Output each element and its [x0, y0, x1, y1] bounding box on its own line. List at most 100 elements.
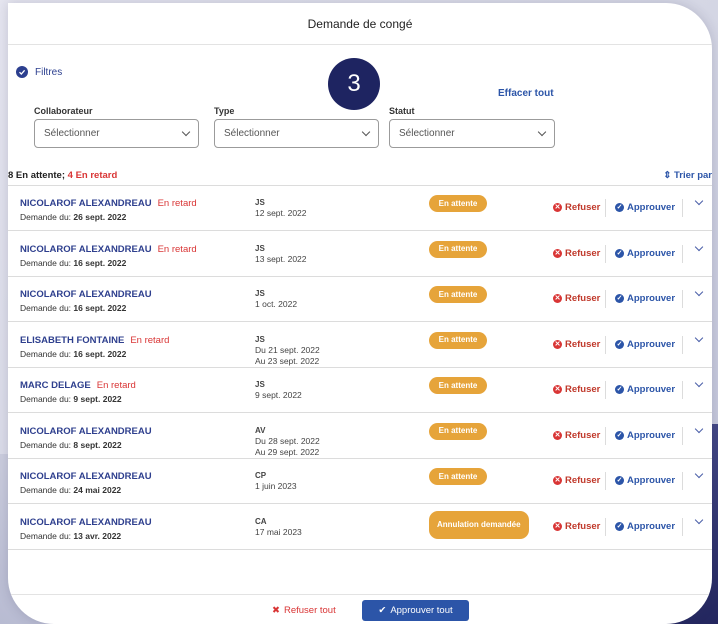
refuse-button[interactable]: ✕ Refuser — [553, 475, 600, 486]
request-date-prefix: Demande du: — [20, 439, 72, 450]
refuse-all-button[interactable]: ✖ Refuser tout — [272, 605, 336, 616]
table-row: NICOLAROF ALEXANDREAU Demande du: 13 avr.… — [8, 505, 712, 550]
collaborateur-label: Collaborateur — [34, 106, 93, 116]
clear-all-link[interactable]: Effacer tout — [498, 88, 554, 99]
status-badge: En attente — [429, 286, 487, 303]
footer-bar: ✖ Refuser tout ✔ Approuver tout — [8, 594, 712, 624]
employee-name-link[interactable]: NICOLAROF ALEXANDREAU En retard — [20, 198, 197, 209]
refuse-button[interactable]: ✕ Refuser — [553, 430, 600, 441]
approve-button[interactable]: ✓ Approuver — [615, 430, 675, 441]
chevron-down-icon[interactable] — [694, 287, 704, 297]
approve-button[interactable]: ✓ Approuver — [615, 521, 675, 532]
collaborateur-select-value: Sélectionner — [44, 128, 100, 139]
sort-button[interactable]: ⇕ Trier par — [663, 170, 712, 181]
refuse-label: Refuser — [565, 202, 601, 213]
chevron-down-icon[interactable] — [694, 196, 704, 206]
chevron-down-icon — [361, 127, 371, 137]
leave-type: CP — [255, 471, 267, 480]
request-date: Demande du: 26 sept. 2022 — [20, 212, 126, 222]
employee-name-link[interactable]: NICOLAROF ALEXANDREAU — [20, 517, 152, 528]
chevron-down-icon[interactable] — [694, 242, 704, 251]
refuse-button[interactable]: ✕ Refuser — [553, 248, 600, 259]
employee-name-link[interactable]: NICOLAROF ALEXANDREAU — [20, 289, 152, 300]
approve-button[interactable]: ✓ Approuver — [615, 339, 675, 350]
employee-name: MARC DELAGE — [20, 380, 91, 391]
status-badge: En attente — [429, 195, 487, 212]
employee-name-link[interactable]: NICOLAROF ALEXANDREAU — [20, 426, 152, 437]
request-date: Demande du: 8 sept. 2022 — [20, 440, 122, 450]
approve-button[interactable]: ✓ Approuver — [615, 293, 675, 304]
close-circle-icon: ✕ — [553, 203, 562, 212]
check-circle-icon: ✓ — [615, 385, 624, 394]
approve-button[interactable]: ✓ Approuver — [615, 475, 675, 486]
action-divider — [682, 472, 683, 490]
type-select[interactable]: Sélectionner — [214, 119, 379, 148]
action-divider — [682, 426, 683, 445]
employee-name: NICOLAROF ALEXANDREAU — [20, 516, 152, 528]
refuse-button[interactable]: ✕ Refuser — [553, 293, 600, 304]
close-circle-icon: ✕ — [553, 294, 562, 303]
request-date-prefix: Demande du: — [20, 257, 72, 268]
leave-period: AV Du 28 sept. 2022 Au 29 sept. 2022 — [255, 425, 320, 458]
check-circle-icon: ✓ — [615, 476, 624, 485]
late-flag: En retard — [130, 334, 170, 346]
employee-name-link[interactable]: ELISABETH FONTAINE En retard — [20, 335, 169, 346]
leave-type: AV — [255, 425, 266, 435]
request-date-value: 26 sept. 2022 — [73, 212, 127, 222]
request-date-prefix: Demande du: — [20, 394, 72, 404]
table-row: NICOLAROF ALEXANDREAU En retard Demande du… — [8, 186, 712, 231]
table-row: ELISABETH FONTAINE En retard Demande du: 1… — [8, 323, 712, 368]
leave-period: CP 1 juin 2023 — [255, 470, 297, 492]
filters-toggle[interactable]: Filtres — [16, 66, 62, 78]
request-date-value: 16 sept. 2022 — [73, 257, 127, 268]
request-date-value: 16 sept. 2022 — [73, 348, 127, 359]
refuse-button[interactable]: ✕ Refuser — [553, 202, 600, 213]
sort-label: Trier par — [673, 170, 712, 181]
page-title: Demande de congé — [307, 16, 413, 31]
employee-name-link[interactable]: NICOLAROF ALEXANDREAU En retard — [20, 244, 197, 255]
collaborateur-select[interactable]: Sélectionner — [34, 119, 199, 148]
late-count: 4 En retard — [67, 170, 118, 181]
status-badge: En attente — [429, 422, 487, 440]
request-date-value: 8 sept. 2022 — [73, 439, 122, 450]
chevron-down-icon[interactable] — [694, 333, 704, 342]
employee-name-link[interactable]: NICOLAROF ALEXANDREAU — [20, 471, 152, 482]
chevron-down-icon[interactable] — [694, 378, 704, 388]
chevron-down-icon[interactable] — [694, 424, 704, 433]
request-date-prefix: Demande du: — [20, 303, 72, 313]
action-divider — [605, 199, 606, 217]
chevron-down-icon — [537, 127, 547, 137]
leave-type: CA — [255, 516, 267, 526]
approve-label: Approuver — [627, 429, 676, 441]
leave-period-line-1: 9 sept. 2022 — [255, 390, 302, 400]
check-circle-icon: ✓ — [615, 248, 624, 258]
action-divider — [682, 381, 683, 399]
approve-all-button[interactable]: ✔ Approuver tout — [362, 600, 469, 621]
leave-request-panel: Demande de congé Filtres 3 Effacer tout … — [8, 3, 712, 624]
check-circle-icon: ✓ — [615, 294, 624, 303]
employee-name-link[interactable]: MARC DELAGE En retard — [20, 380, 136, 391]
request-date: Demande du: 9 sept. 2022 — [20, 394, 122, 404]
leave-period-line-1: 12 sept. 2022 — [255, 208, 307, 218]
refuse-all-label: Refuser tout — [283, 605, 336, 616]
statut-select[interactable]: Sélectionner — [389, 119, 555, 148]
approve-button[interactable]: ✓ Approuver — [615, 202, 675, 213]
approve-button[interactable]: ✓ Approuver — [615, 384, 675, 395]
chevron-down-icon[interactable] — [694, 469, 704, 479]
request-date-prefix: Demande du: — [20, 485, 72, 495]
refuse-button[interactable]: ✕ Refuser — [553, 521, 600, 532]
approve-button[interactable]: ✓ Approuver — [615, 248, 675, 259]
refuse-button[interactable]: ✕ Refuser — [553, 339, 600, 350]
request-date-value: 16 sept. 2022 — [73, 303, 127, 313]
leave-period-line-2: Au 29 sept. 2022 — [255, 446, 320, 457]
action-divider — [682, 199, 683, 217]
refuse-label: Refuser — [565, 384, 601, 395]
action-divider — [682, 335, 683, 354]
check-circle-icon: ✓ — [615, 430, 624, 440]
leave-period: JS 9 sept. 2022 — [255, 379, 302, 401]
approve-label: Approuver — [627, 247, 676, 259]
refuse-button[interactable]: ✕ Refuser — [553, 384, 600, 395]
leave-period-line-1: 1 juin 2023 — [255, 481, 297, 491]
chevron-down-icon[interactable] — [694, 515, 704, 524]
request-summary: 8 En attente; 4 En retard — [8, 170, 117, 181]
